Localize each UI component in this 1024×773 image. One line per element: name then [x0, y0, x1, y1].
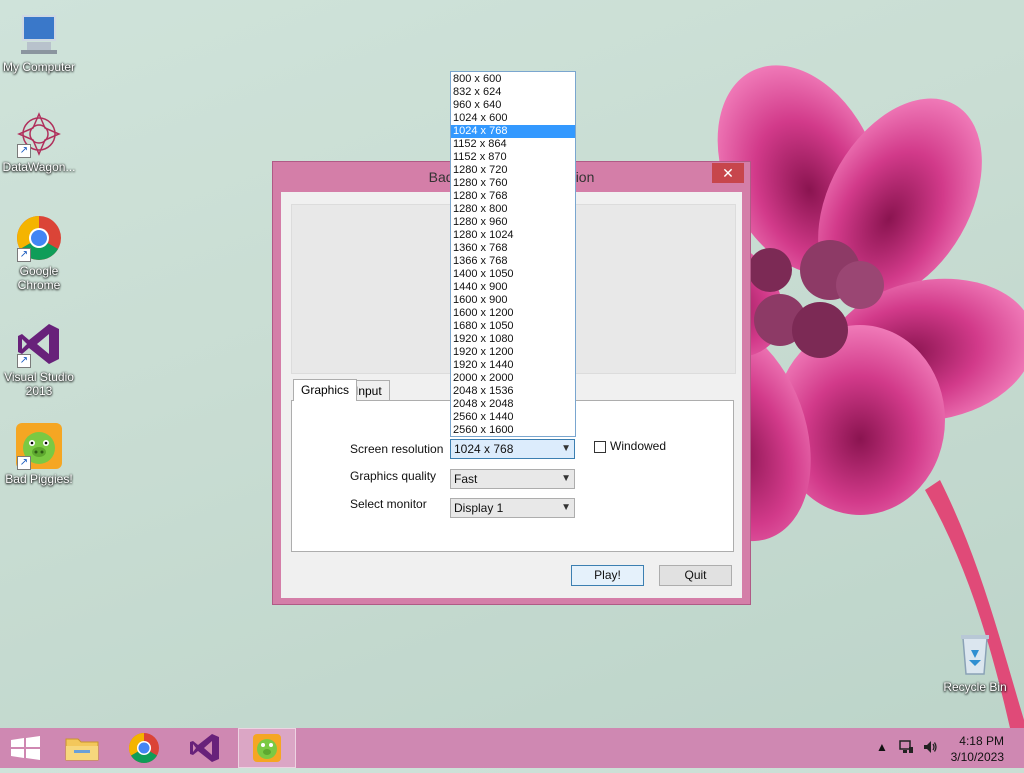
chrome-icon: ↗: [15, 214, 63, 262]
resolution-option[interactable]: 1024 x 768: [451, 125, 575, 138]
resolution-option[interactable]: 2560 x 1440: [451, 411, 575, 424]
windowed-label: Windowed: [610, 439, 667, 453]
resolution-option[interactable]: 1280 x 1024: [451, 229, 575, 242]
bad-piggies-icon: [253, 734, 281, 762]
taskbar-file-explorer[interactable]: [54, 728, 110, 768]
select-value: Display 1: [454, 501, 504, 515]
tab-graphics[interactable]: Graphics: [293, 379, 358, 401]
resolution-option[interactable]: 960 x 640: [451, 99, 575, 112]
graphics-quality-label: Graphics quality: [350, 469, 437, 483]
desktop-icon-my-computer[interactable]: My Computer: [0, 10, 78, 74]
resolution-option[interactable]: 832 x 624: [451, 86, 575, 99]
desktop-icon-label: Visual Studio 2013: [4, 370, 74, 398]
resolution-option[interactable]: 1440 x 900: [451, 281, 575, 294]
resolution-option[interactable]: 2000 x 2000: [451, 372, 575, 385]
chrome-icon: [128, 733, 159, 764]
windows-logo-icon: [11, 736, 40, 760]
resolution-option[interactable]: 1152 x 864: [451, 138, 575, 151]
resolution-option[interactable]: 1920 x 1200: [451, 346, 575, 359]
visual-studio-icon: ↗: [15, 320, 63, 368]
desktop-icon-label: DataWagon...: [2, 160, 76, 174]
desktop-icon-datawagon[interactable]: ↗ DataWagon...: [0, 110, 78, 174]
show-hidden-icons-chevron-icon[interactable]: ▲: [876, 740, 888, 754]
tab-label: Input: [355, 384, 382, 398]
resolution-option[interactable]: 2048 x 1536: [451, 385, 575, 398]
taskbar-chrome[interactable]: [116, 728, 172, 768]
desktop-icon-google-chrome[interactable]: ↗ Google Chrome: [0, 214, 78, 292]
tab-label: Graphics: [301, 383, 350, 397]
windowed-checkbox[interactable]: [594, 441, 606, 453]
visual-studio-icon: [190, 734, 219, 762]
select-value: 1024 x 768: [454, 442, 514, 456]
desktop-icon-label: My Computer: [2, 60, 76, 74]
resolution-option[interactable]: 1280 x 720: [451, 164, 575, 177]
clock-time: 4:18 PM: [959, 734, 1004, 748]
taskbar-clock[interactable]: 4:18 PM 3/10/2023: [951, 733, 1004, 765]
select-value: Fast: [454, 472, 478, 486]
resolution-option[interactable]: 1280 x 960: [451, 216, 575, 229]
quit-button[interactable]: Quit: [659, 565, 732, 586]
resolution-option[interactable]: 2560 x 1600: [451, 424, 575, 437]
clock-date: 3/10/2023: [950, 750, 1004, 764]
chevron-down-icon: ▼: [561, 443, 571, 454]
computer-icon: [15, 10, 63, 58]
resolution-option[interactable]: 1920 x 1440: [451, 359, 575, 372]
close-button[interactable]: ✕: [712, 163, 744, 183]
desktop-icon-label: Recycle Bin: [943, 680, 1007, 694]
volume-icon[interactable]: [922, 739, 938, 758]
desktop-icon-bad-piggies[interactable]: ↗ Bad Piggies!: [0, 422, 78, 486]
resolution-option[interactable]: 1680 x 1050: [451, 320, 575, 333]
chevron-down-icon: ▼: [561, 502, 571, 513]
resolution-option[interactable]: 1600 x 1200: [451, 307, 575, 320]
desktop-icon-visual-studio[interactable]: ↗ Visual Studio 2013: [0, 320, 78, 398]
taskbar-visual-studio[interactable]: [176, 728, 232, 768]
folder-icon: [65, 738, 99, 761]
shortcut-arrow-icon: ↗: [17, 354, 31, 368]
desktop-icon-label: Google Chrome: [17, 264, 61, 292]
resolution-option[interactable]: 1280 x 760: [451, 177, 575, 190]
select-monitor-select[interactable]: Display 1 ▼: [450, 498, 575, 518]
resolution-option[interactable]: 1366 x 768: [451, 255, 575, 268]
screen-resolution-label: Screen resolution: [350, 442, 444, 456]
shortcut-arrow-icon: ↗: [17, 456, 31, 470]
screen-resolution-select[interactable]: 1024 x 768 ▼: [450, 439, 575, 459]
select-monitor-label: Select monitor: [350, 497, 427, 511]
desktop-icon-recycle-bin[interactable]: Recycle Bin: [936, 630, 1014, 694]
start-button[interactable]: [0, 728, 56, 768]
resolution-option[interactable]: 800 x 600: [451, 73, 575, 86]
taskbar-bad-piggies[interactable]: [238, 728, 296, 768]
recycle-bin-icon: [951, 630, 999, 678]
resolution-option[interactable]: 1360 x 768: [451, 242, 575, 255]
resolution-option[interactable]: 1280 x 800: [451, 203, 575, 216]
network-icon[interactable]: [898, 739, 914, 758]
resolution-option[interactable]: 1024 x 600: [451, 112, 575, 125]
bad-piggies-icon: ↗: [15, 422, 63, 470]
resolution-dropdown-list[interactable]: 800 x 600 832 x 624 960 x 640 1024 x 600 102…: [450, 71, 576, 437]
resolution-option[interactable]: 1600 x 900: [451, 294, 575, 307]
resolution-option[interactable]: 1400 x 1050: [451, 268, 575, 281]
desktop-icon-label: Bad Piggies!: [5, 472, 73, 486]
taskbar: ▲ 4:18 PM 3/10/2023: [0, 728, 1024, 768]
resolution-option[interactable]: 1152 x 870: [451, 151, 575, 164]
chevron-down-icon: ▼: [561, 473, 571, 484]
resolution-option[interactable]: 2048 x 2048: [451, 398, 575, 411]
play-button[interactable]: Play!: [571, 565, 644, 586]
datawagon-icon: ↗: [15, 110, 63, 158]
shortcut-arrow-icon: ↗: [17, 248, 31, 262]
resolution-option[interactable]: 1280 x 768: [451, 190, 575, 203]
graphics-quality-select[interactable]: Fast ▼: [450, 469, 575, 489]
resolution-option[interactable]: 1920 x 1080: [451, 333, 575, 346]
shortcut-arrow-icon: ↗: [17, 144, 31, 158]
